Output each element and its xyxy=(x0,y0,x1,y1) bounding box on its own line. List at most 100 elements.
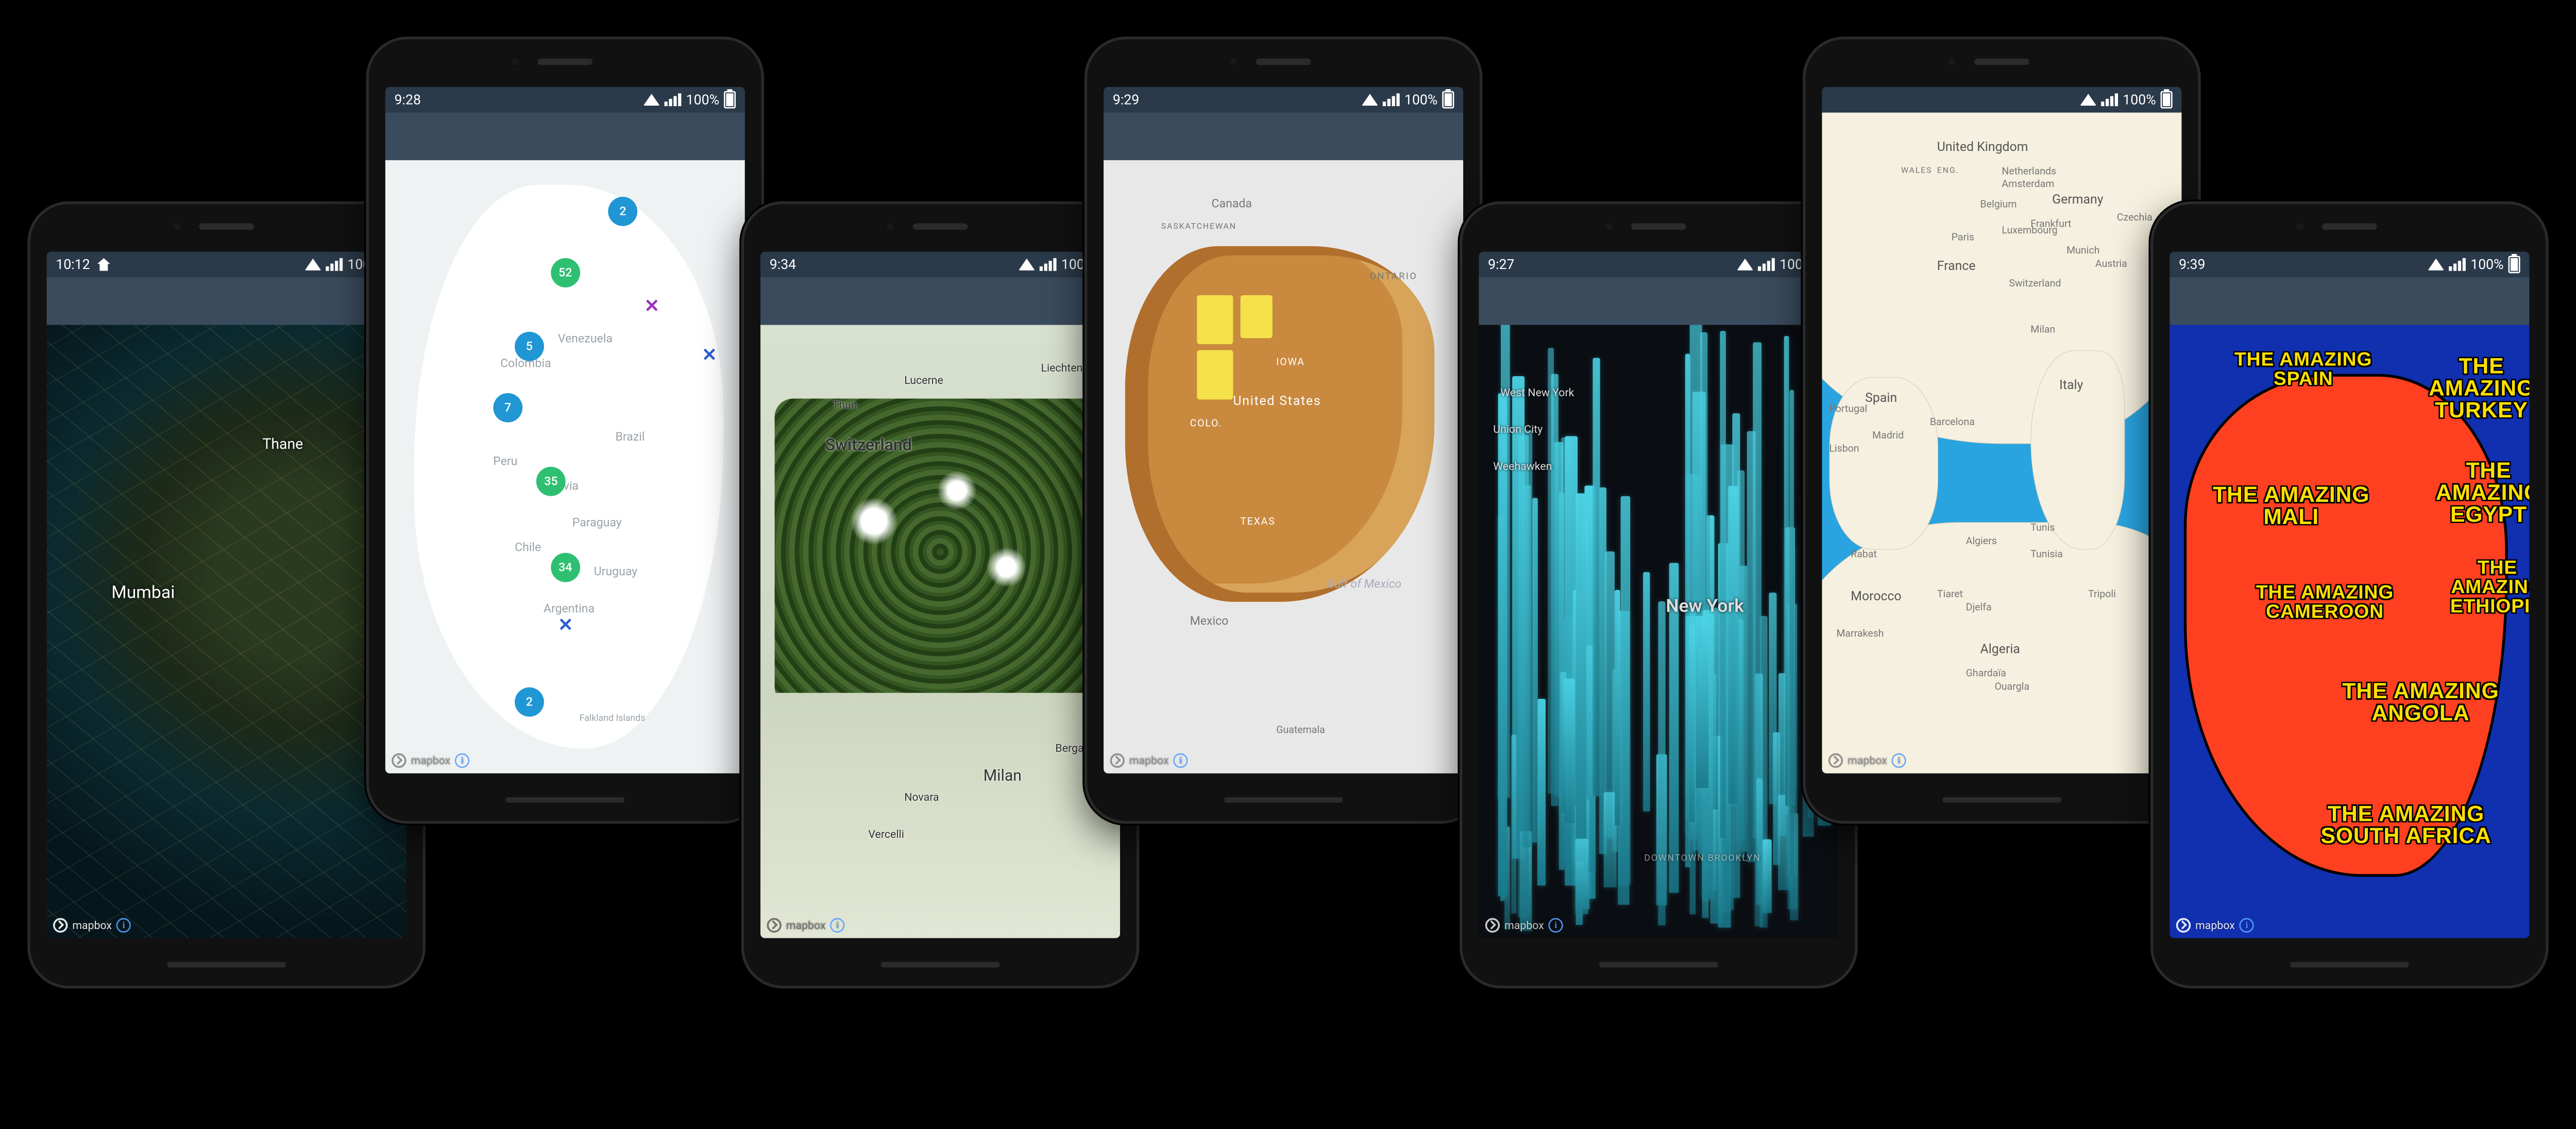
label-eng: ENG. xyxy=(1937,165,1959,175)
mapbox-logo-icon xyxy=(392,753,406,768)
mapbox-attribution[interactable]: mapbox i xyxy=(767,918,844,933)
mapbox-brand: mapbox xyxy=(1848,754,1887,767)
status-bar: 9:39 100% xyxy=(2170,251,2529,277)
building-bar xyxy=(1576,493,1587,862)
battery-icon xyxy=(2509,256,2520,273)
label-tunis: Tunis xyxy=(2030,523,2055,534)
label-thun: Thun xyxy=(833,398,857,411)
label-chile: Chile xyxy=(515,541,541,554)
cluster-marker[interactable]: 35 xyxy=(536,467,566,496)
mapbox-logo-icon xyxy=(1110,753,1125,768)
label-gulf: Gulf of Mexico xyxy=(1327,577,1401,591)
building-bar xyxy=(1789,390,1794,878)
home-icon xyxy=(97,258,110,271)
status-bar: 100% xyxy=(1822,87,2181,113)
info-icon[interactable]: i xyxy=(1173,753,1188,768)
building-bar xyxy=(1592,358,1600,797)
label-uk: United Kingdom xyxy=(1937,139,2028,154)
building-bar xyxy=(1658,601,1666,925)
app-bar xyxy=(760,277,1120,325)
label-czechia: Czechia xyxy=(2117,212,2153,223)
info-icon[interactable]: i xyxy=(1549,918,1563,933)
app-bar xyxy=(385,112,745,160)
label-brazil: Brazil xyxy=(616,430,645,444)
screen[interactable]: 10:12 100% Mumbai Thane mapbox i xyxy=(47,251,406,938)
x-marker-blue-1[interactable]: ✕ xyxy=(702,344,717,366)
cluster-marker[interactable]: 2 xyxy=(515,687,544,717)
mapbox-brand: mapbox xyxy=(786,919,826,932)
label-morocco: Morocco xyxy=(1851,588,1901,603)
x-marker-purple[interactable]: ✕ xyxy=(644,295,659,317)
screen[interactable]: 100% United Kingdom France Germany Spain… xyxy=(1822,87,2181,773)
label-falkland: Falkland Islands xyxy=(580,712,646,723)
map-terrain[interactable]: Switzerland Milan Thun Lucerne Novara Ve… xyxy=(760,325,1120,938)
label-paris: Paris xyxy=(1952,231,1974,243)
label-tunisia: Tunisia xyxy=(2030,549,2063,560)
screen[interactable]: 9:39 100% THE AMAZINGSPAINTHE AMAZINGTUR… xyxy=(2170,251,2529,938)
app-bar xyxy=(1104,112,1463,160)
map-choropleth[interactable]: Canada United States Mexico Gulf of Mexi… xyxy=(1104,160,1463,773)
label-mumbai: Mumbai xyxy=(111,582,175,602)
screen[interactable]: 9:27 100% New York West New York Union C… xyxy=(1479,251,1838,938)
signal-icon xyxy=(326,258,343,271)
label-barcelona: Barcelona xyxy=(1930,416,1975,428)
x-marker-blue-2[interactable]: ✕ xyxy=(558,614,573,635)
battery-icon xyxy=(724,91,736,109)
mapbox-attribution[interactable]: mapbox i xyxy=(1485,918,1563,933)
phone-comic: 9:39 100% THE AMAZINGSPAINTHE AMAZINGTUR… xyxy=(2150,201,2549,989)
label-uc: Union City xyxy=(1493,423,1543,436)
cluster-marker[interactable]: 5 xyxy=(515,332,544,361)
info-icon[interactable]: i xyxy=(455,753,469,768)
screen[interactable]: 9:34 100% Switzerland Milan Thun Lucerne… xyxy=(760,251,1120,938)
label-madrid: Madrid xyxy=(1872,430,1904,441)
screen[interactable]: 9:29 100% Canada United States Mexico Gu… xyxy=(1104,87,1463,773)
screen[interactable]: 9:28 100% Colombia Venezuela Peru Bolivi… xyxy=(385,87,745,773)
mapbox-attribution[interactable]: mapbox i xyxy=(392,753,469,768)
map-light[interactable]: Colombia Venezuela Peru Bolivia Brazil C… xyxy=(385,160,745,773)
info-icon[interactable]: i xyxy=(1892,753,1906,768)
comic-title: THE AMAZINGSOUTH AFRICA xyxy=(2321,803,2492,847)
mapbox-logo-icon xyxy=(53,918,67,933)
mapbox-attribution[interactable]: mapbox i xyxy=(1110,753,1188,768)
cluster-marker[interactable]: 52 xyxy=(551,258,580,288)
info-icon[interactable]: i xyxy=(830,918,844,933)
wifi-icon xyxy=(2428,259,2445,271)
label-ontario: ONTARIO xyxy=(1370,271,1418,281)
label-wny: West New York xyxy=(1500,386,1574,399)
cluster-marker[interactable]: 34 xyxy=(551,552,580,582)
label-texas: TEXAS xyxy=(1240,516,1275,527)
battery-pct: 100% xyxy=(2470,257,2503,273)
map-europe[interactable]: United Kingdom France Germany Spain Ital… xyxy=(1822,112,2181,773)
signal-icon xyxy=(1040,258,1057,271)
mapbox-logo-icon xyxy=(1485,918,1500,933)
cluster-marker[interactable]: 7 xyxy=(493,393,522,423)
label-guatemala: Guatemala xyxy=(1276,724,1325,736)
wifi-icon xyxy=(2080,94,2097,106)
mapbox-attribution[interactable]: mapbox i xyxy=(2176,918,2254,933)
map-satellite[interactable]: Mumbai Thane mapbox i xyxy=(47,325,406,938)
label-brooklyn: DOWNTOWN BROOKLYN xyxy=(1644,852,1760,863)
label-germany: Germany xyxy=(2052,192,2103,207)
mapbox-attribution[interactable]: mapbox i xyxy=(53,918,131,933)
battery-pct: 100% xyxy=(2123,92,2156,108)
building-bar xyxy=(1537,699,1546,886)
label-vercelli: Vercelli xyxy=(868,828,904,840)
mapbox-brand: mapbox xyxy=(1129,754,1169,767)
comic-title: THE AMAZINGANGOLA xyxy=(2342,681,2499,724)
info-icon[interactable]: i xyxy=(116,918,131,933)
mapbox-attribution[interactable]: mapbox i xyxy=(1828,753,1906,768)
wifi-icon xyxy=(1019,259,1035,271)
label-milan: Milan xyxy=(984,766,1022,785)
info-icon[interactable]: i xyxy=(2240,918,2254,933)
label-france: France xyxy=(1937,258,1976,273)
label-lucerne: Lucerne xyxy=(904,374,943,387)
mapbox-brand: mapbox xyxy=(72,919,112,932)
map-3d[interactable]: New York West New York Union City Weehaw… xyxy=(1479,325,1838,938)
label-lux: Luxembourg xyxy=(2002,225,2057,236)
label-lisbon: Lisbon xyxy=(1829,443,1859,454)
status-bar: 9:28 100% xyxy=(385,87,745,113)
label-munich: Munich xyxy=(2066,245,2099,256)
map-comic[interactable]: THE AMAZINGSPAINTHE AMAZINGTURKEYTHE AMA… xyxy=(2170,325,2529,938)
building-bar xyxy=(1689,624,1695,822)
mapbox-logo-icon xyxy=(1828,753,1843,768)
